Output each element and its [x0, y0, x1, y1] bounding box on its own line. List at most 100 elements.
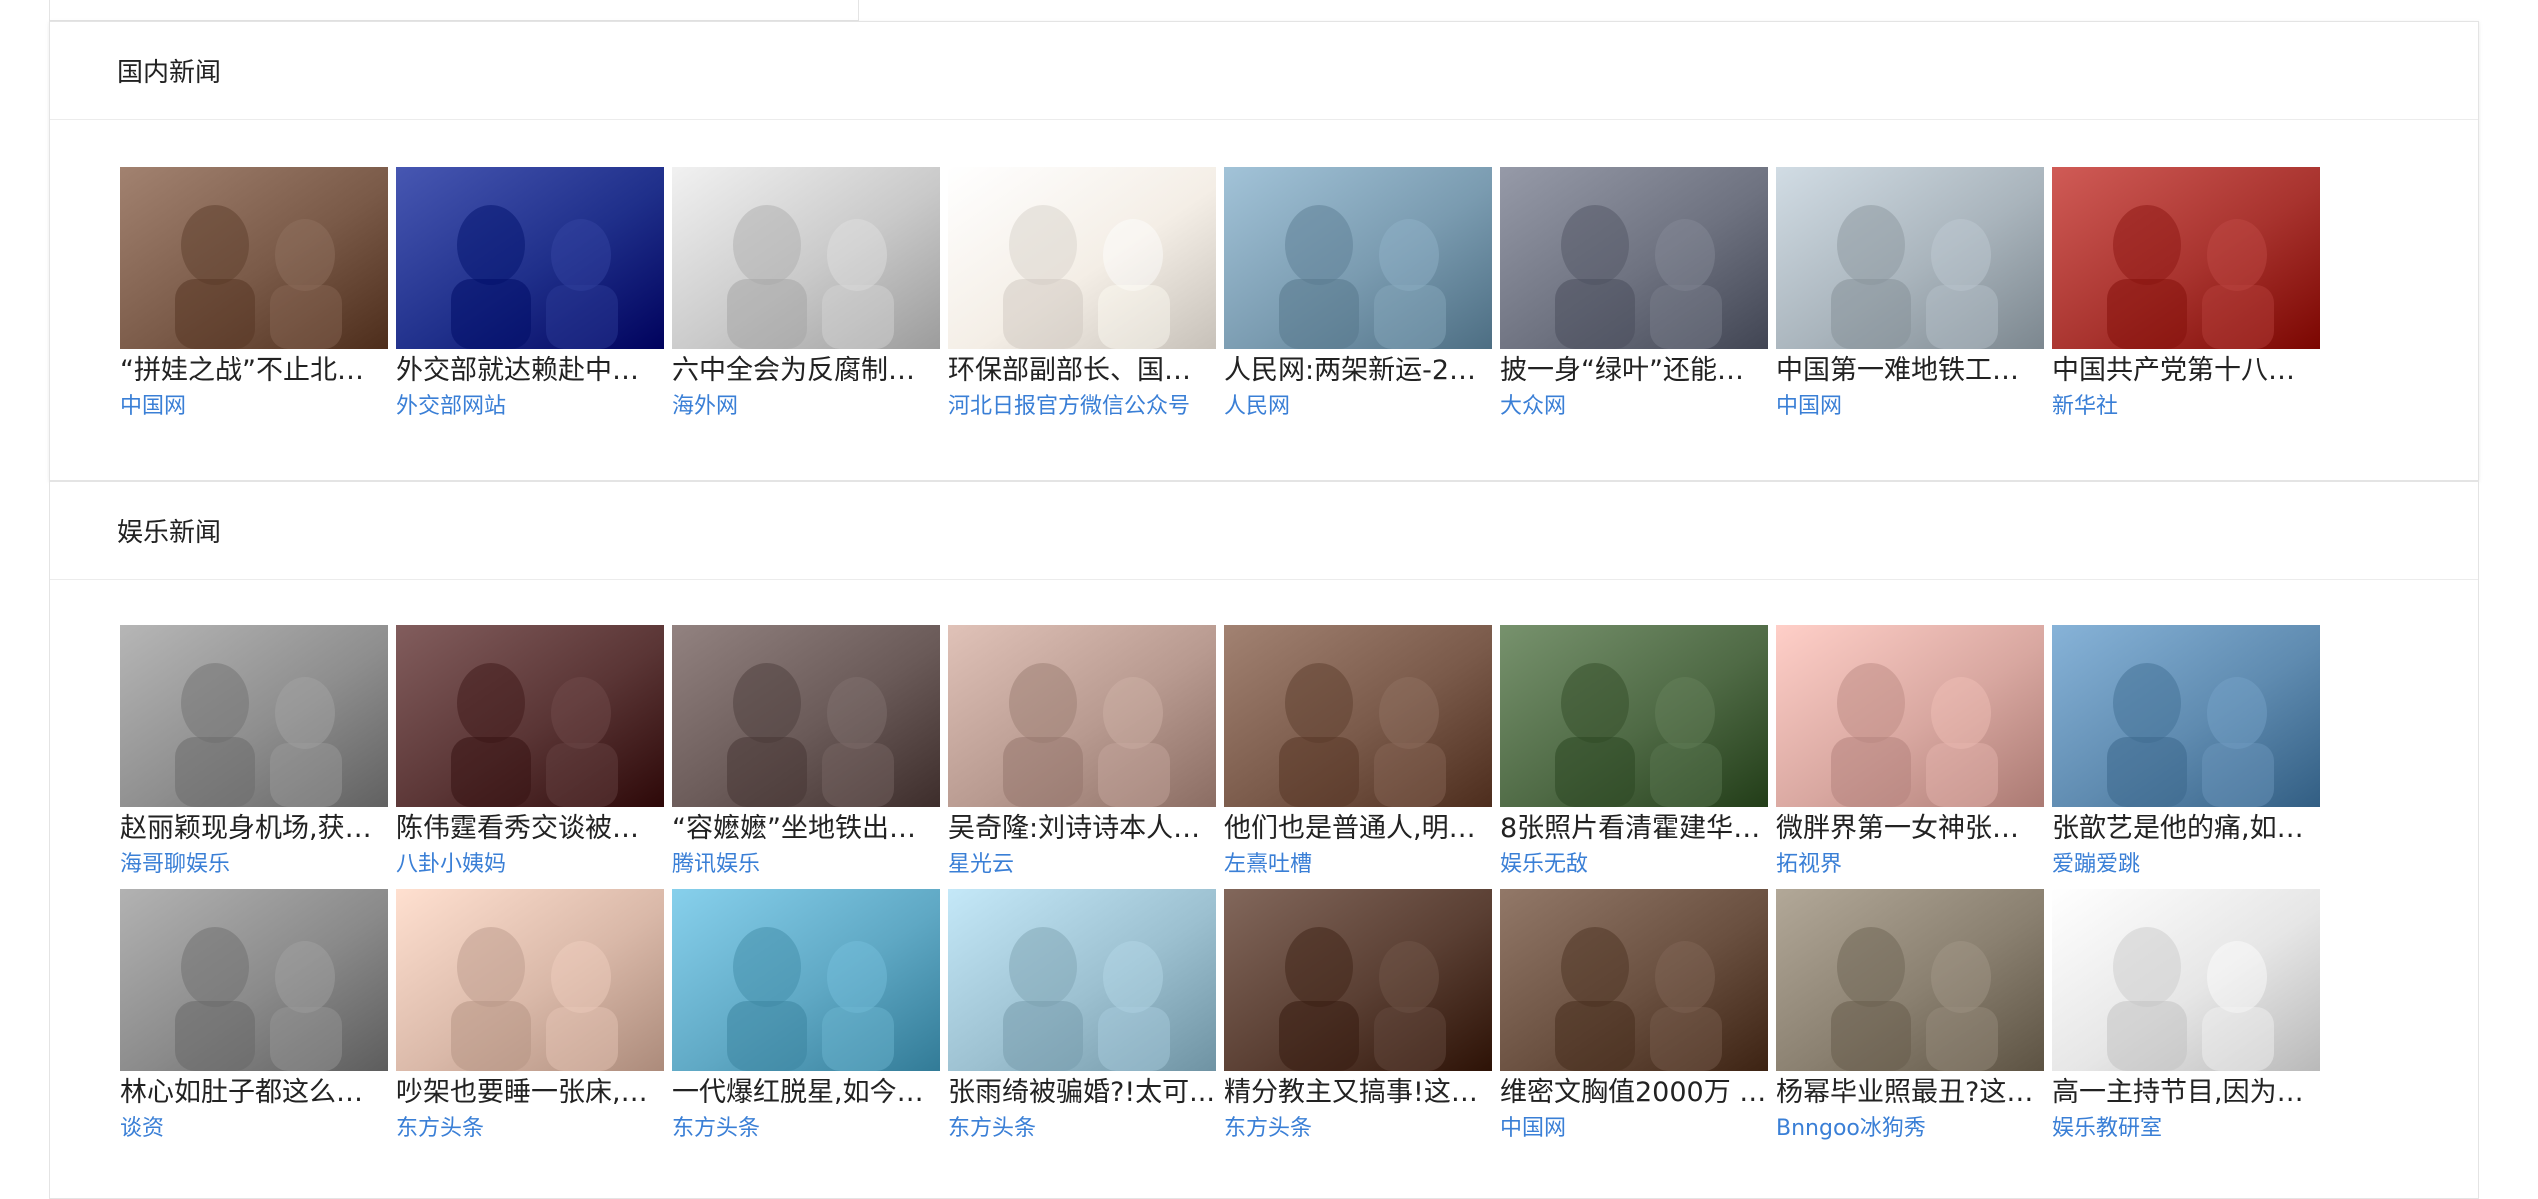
entertainment-news-grid: 赵丽颖现身机场,获粉丝追...海哥聊娱乐陈伟霆看秀交谈被拍到...八卦小姨妈“容… [120, 625, 2320, 1147]
news-card[interactable]: 微胖界第一女神张嘉倪... 拓视界 [1776, 625, 2044, 883]
news-card[interactable]: 维密文胸值2000万 她穿...中国网 [1500, 889, 1768, 1147]
news-headline-link[interactable]: 微胖界第一女神张嘉倪... [1776, 807, 2044, 849]
news-card[interactable]: 陈伟霆看秀交谈被拍到... 八卦小姨妈 [396, 625, 664, 883]
news-thumbnail[interactable] [1776, 167, 2044, 349]
news-card[interactable]: 吴奇隆:刘诗诗本人生活...星光云 [948, 625, 1216, 883]
news-card[interactable]: 林心如肚子都这么大了... 谈资 [120, 889, 388, 1147]
news-headline-link[interactable]: 六中全会为反腐制度建设提供... [672, 349, 940, 391]
entertainment-news-header: 娱乐新闻 [50, 482, 2478, 580]
news-headline-link[interactable]: 张雨绮被骗婚?!太可... [948, 1071, 1216, 1113]
news-thumbnail[interactable] [1224, 625, 1492, 807]
news-source-link[interactable]: 海哥聊娱乐 [120, 849, 388, 883]
news-card[interactable]: 张歆艺是他的痛,如今... 爱蹦爱跳 [2052, 625, 2320, 883]
news-card[interactable]: 外交部就达赖赴中国台湾...外交部网站 [396, 167, 664, 425]
news-thumbnail[interactable] [1224, 889, 1492, 1071]
news-source-link[interactable]: 娱乐无敌 [1500, 849, 1768, 883]
domestic-news-panel: 国内新闻 “拼娃之战”不止北京,全国多...中国网外交部就达赖赴中国台湾...外… [49, 21, 2479, 481]
news-source-link[interactable]: 左熹吐槽 [1224, 849, 1492, 883]
news-card[interactable]: 一代爆红脱星,如今的... 东方头条 [672, 889, 940, 1147]
news-thumbnail[interactable] [948, 167, 1216, 349]
news-card[interactable]: “拼娃之战”不止北京,全国多...中国网 [120, 167, 388, 425]
news-headline-link[interactable]: 他们也是普通人,明星... [1224, 807, 1492, 849]
news-thumbnail[interactable] [1500, 625, 1768, 807]
news-headline-link[interactable]: 披一身“绿叶”还能当街... [1500, 349, 1768, 391]
news-thumbnail[interactable] [672, 889, 940, 1071]
news-headline-link[interactable]: 一代爆红脱星,如今的... [672, 1071, 940, 1113]
news-source-link[interactable]: 娱乐教研室 [2052, 1113, 2320, 1147]
news-thumbnail[interactable] [1500, 167, 1768, 349]
news-source-link[interactable]: 中国网 [120, 391, 388, 425]
news-thumbnail[interactable] [1224, 167, 1492, 349]
news-source-link[interactable]: 八卦小姨妈 [396, 849, 664, 883]
news-headline-link[interactable]: 8张照片看清霍建华的... [1500, 807, 1768, 849]
news-headline-link[interactable]: 中国第一难地铁工程今日... [1776, 349, 2044, 391]
news-card[interactable]: 高一主持节目,因为个子...娱乐教研室 [2052, 889, 2320, 1147]
news-thumbnail[interactable] [120, 889, 388, 1071]
news-card[interactable]: 环保部副部长、国家核安全...河北日报官方微信公众号 [948, 167, 1216, 425]
news-card[interactable]: 他们也是普通人,明星... 左熹吐槽 [1224, 625, 1492, 883]
news-card[interactable]: 8张照片看清霍建华的... 娱乐无敌 [1500, 625, 1768, 883]
news-headline-link[interactable]: 环保部副部长、国家核安全... [948, 349, 1216, 391]
news-headline-link[interactable]: 外交部就达赖赴中国台湾... [396, 349, 664, 391]
news-card[interactable]: 六中全会为反腐制度建设提供...海外网 [672, 167, 940, 425]
top-search-box-edge [49, 0, 859, 21]
news-thumbnail[interactable] [1776, 889, 2044, 1071]
news-source-link[interactable]: 腾讯娱乐 [672, 849, 940, 883]
news-card[interactable]: “容嬷嬷”坐地铁出行... 腾讯娱乐 [672, 625, 940, 883]
news-headline-link[interactable]: 吵架也要睡一张床,爱... [396, 1071, 664, 1113]
news-thumbnail[interactable] [1500, 889, 1768, 1071]
news-headline-link[interactable]: 吴奇隆:刘诗诗本人生活... [948, 807, 1216, 849]
news-thumbnail[interactable] [1776, 625, 2044, 807]
news-source-link[interactable]: 谈资 [120, 1113, 388, 1147]
news-headline-link[interactable]: “容嬷嬷”坐地铁出行... [672, 807, 940, 849]
news-card[interactable]: 张雨绮被骗婚?!太可... 东方头条 [948, 889, 1216, 1147]
news-source-link[interactable]: 人民网 [1224, 391, 1492, 425]
news-card[interactable]: 中国共产党第十八届中央委员会...新华社 [2052, 167, 2320, 425]
news-card[interactable]: 杨幂毕业照最丑?这些... Bnngoo冰狗秀 [1776, 889, 2044, 1147]
news-thumbnail[interactable] [672, 625, 940, 807]
news-source-link[interactable]: 东方头条 [948, 1113, 1216, 1147]
news-headline-link[interactable]: 陈伟霆看秀交谈被拍到... [396, 807, 664, 849]
news-source-link[interactable]: 外交部网站 [396, 391, 664, 425]
news-thumbnail[interactable] [396, 889, 664, 1071]
news-headline-link[interactable]: 杨幂毕业照最丑?这些... [1776, 1071, 2044, 1113]
news-headline-link[interactable]: “拼娃之战”不止北京,全国多... [120, 349, 388, 391]
news-source-link[interactable]: 东方头条 [396, 1113, 664, 1147]
news-source-link[interactable]: 河北日报官方微信公众号 [948, 391, 1216, 425]
news-thumbnail[interactable] [396, 625, 664, 807]
news-source-link[interactable]: 拓视界 [1776, 849, 2044, 883]
news-headline-link[interactable]: 张歆艺是他的痛,如今... [2052, 807, 2320, 849]
news-card[interactable]: 吵架也要睡一张床,爱... 东方头条 [396, 889, 664, 1147]
news-headline-link[interactable]: 精分教主又搞事!这次... [1224, 1071, 1492, 1113]
news-card[interactable]: 人民网:两架新运-20亮相...人民网 [1224, 167, 1492, 425]
news-thumbnail[interactable] [948, 625, 1216, 807]
news-source-link[interactable]: Bnngoo冰狗秀 [1776, 1113, 2044, 1147]
news-source-link[interactable]: 中国网 [1776, 391, 2044, 425]
news-source-link[interactable]: 中国网 [1500, 1113, 1768, 1147]
news-headline-link[interactable]: 中国共产党第十八届中央委员会... [2052, 349, 2320, 391]
news-source-link[interactable]: 东方头条 [1224, 1113, 1492, 1147]
news-source-link[interactable]: 海外网 [672, 391, 940, 425]
news-thumbnail[interactable] [120, 167, 388, 349]
news-headline-link[interactable]: 人民网:两架新运-20亮相... [1224, 349, 1492, 391]
news-thumbnail[interactable] [396, 167, 664, 349]
news-thumbnail[interactable] [2052, 625, 2320, 807]
news-thumbnail[interactable] [120, 625, 388, 807]
news-headline-link[interactable]: 林心如肚子都这么大了... [120, 1071, 388, 1113]
news-headline-link[interactable]: 维密文胸值2000万 她穿... [1500, 1071, 1768, 1113]
news-card[interactable]: 披一身“绿叶”还能当街... 大众网 [1500, 167, 1768, 425]
news-thumbnail[interactable] [948, 889, 1216, 1071]
news-source-link[interactable]: 星光云 [948, 849, 1216, 883]
news-headline-link[interactable]: 高一主持节目,因为个子... [2052, 1071, 2320, 1113]
news-card[interactable]: 中国第一难地铁工程今日...中国网 [1776, 167, 2044, 425]
news-thumbnail[interactable] [672, 167, 940, 349]
news-card[interactable]: 精分教主又搞事!这次... 东方头条 [1224, 889, 1492, 1147]
news-thumbnail[interactable] [2052, 889, 2320, 1071]
news-card[interactable]: 赵丽颖现身机场,获粉丝追...海哥聊娱乐 [120, 625, 388, 883]
news-source-link[interactable]: 新华社 [2052, 391, 2320, 425]
news-thumbnail[interactable] [2052, 167, 2320, 349]
news-source-link[interactable]: 东方头条 [672, 1113, 940, 1147]
news-headline-link[interactable]: 赵丽颖现身机场,获粉丝追... [120, 807, 388, 849]
news-source-link[interactable]: 大众网 [1500, 391, 1768, 425]
news-source-link[interactable]: 爱蹦爱跳 [2052, 849, 2320, 883]
